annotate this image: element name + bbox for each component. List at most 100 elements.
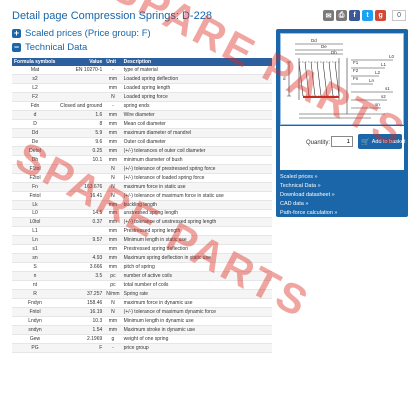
formula-symbol-cell: Fdn <box>12 101 58 112</box>
value-cell <box>58 226 105 237</box>
unit-cell: mm <box>104 235 122 246</box>
formula-symbol-cell: F2 <box>12 92 58 103</box>
formula-symbol-cell: Mat <box>12 66 58 76</box>
value-cell: 163.676 <box>58 182 105 192</box>
table-row: D 8 mm Mean coil diameter <box>12 119 272 130</box>
unit-cell: mm <box>104 119 122 130</box>
table-row: PG F - price group <box>12 343 272 353</box>
table-row: sn 4.93 mm Maximum spring deflection in sta… <box>12 253 272 264</box>
table-row: Fntol 16.41 N (+/-) tolerance of maximum fo… <box>12 191 272 201</box>
drawing-label: Dd <box>311 38 317 43</box>
table-row: Lndyn 10.3 mm Minimum length in dynamic use <box>12 316 272 326</box>
table-row: s2 mm Loaded spring deflection <box>12 74 272 85</box>
table-row: Gew 2.1969 g weight of one spring <box>12 334 272 344</box>
description-cell: unstressed spring length <box>121 209 272 219</box>
drawing-label: F2 <box>353 68 359 73</box>
value-cell <box>58 173 105 183</box>
technical-data-link[interactable]: Technical Data » <box>280 182 337 191</box>
formula-symbol-cell: d <box>12 110 58 121</box>
value-cell <box>58 200 105 210</box>
value-cell: 10.1 <box>58 155 105 165</box>
value-cell: 158.46 <box>58 298 105 308</box>
scaled-prices-toggle[interactable]: + Scaled prices (Price group: F) <box>12 28 151 39</box>
value-cell: 16.19 <box>58 307 105 317</box>
spring-technical-drawing[interactable]: Dd De d L0 L1 L2 Ln F1 F2 Fn s1 s2 sn Dh <box>280 33 404 125</box>
basket-icon: 🛒 <box>361 138 370 146</box>
unit-cell: mm <box>104 253 122 264</box>
table-row: F2 N Loaded spring force <box>12 92 272 103</box>
drawing-label: Dh <box>331 50 337 55</box>
description-cell: type of material <box>121 66 272 76</box>
value-cell: 3.5 <box>58 271 105 281</box>
value-cell: 2.1969 <box>58 334 105 344</box>
order-area: Quantity: 🛒 Add to basket <box>280 126 405 170</box>
formula-symbol-cell: Gew <box>12 334 58 344</box>
description-cell: Maximum stroke in dynamic use <box>121 325 272 335</box>
value-cell <box>58 83 105 94</box>
description-cell: Minimum length in static use <box>121 235 272 246</box>
formula-symbol-cell: R <box>12 289 58 299</box>
expand-plus-icon: + <box>12 28 21 38</box>
cad-data-link[interactable]: CAD data » <box>280 200 337 209</box>
description-cell: spring ends <box>121 101 272 112</box>
add-to-basket-button[interactable]: 🛒 Add to basket <box>358 134 405 149</box>
unit-cell: N <box>104 298 122 308</box>
formula-symbol-cell: sn <box>12 253 58 264</box>
value-cell: F <box>58 343 105 353</box>
description-cell: (+/-) tolerances of outer coil diameter <box>121 146 272 156</box>
scaled-prices-link[interactable]: Scaled prices » <box>280 173 337 182</box>
formula-symbol-cell: S <box>12 262 58 273</box>
unit-cell: mm <box>104 155 122 165</box>
description-cell: Loaded spring deflection <box>121 74 272 85</box>
quantity-input[interactable] <box>331 136 353 147</box>
quantity-label: Quantity: <box>306 140 331 146</box>
unit-cell: mm <box>104 226 122 237</box>
description-cell: number of active coils <box>121 271 272 281</box>
unit-cell: mm <box>104 128 122 138</box>
unit-cell: mm <box>104 200 122 210</box>
google-plus-icon[interactable]: g <box>375 10 387 21</box>
unit-cell: N <box>104 164 122 174</box>
technical-data-toggle[interactable]: − Technical Data <box>12 42 87 53</box>
mail-icon[interactable]: ✉ <box>323 10 335 21</box>
table-row: Fn 163.676 Nmaximum force in static use <box>12 182 272 192</box>
formula-symbol-cell: Lndyn <box>12 316 58 326</box>
description-cell: Minimum length in dynamic use <box>121 316 272 326</box>
value-cell <box>58 92 105 103</box>
table-row: Ln 9.57 mm Minimum length in static use <box>12 235 272 246</box>
formula-symbol-cell: L2 <box>12 83 58 94</box>
value-cell: 14.5 <box>58 209 105 219</box>
twitter-icon[interactable]: t <box>362 10 374 21</box>
description-cell: (+/-) tolerance of prestressed spring fo… <box>121 164 272 174</box>
description-cell: Loaded spring length <box>121 83 272 94</box>
description-cell: (+/-) tolerance of maximum dynamic force <box>121 307 272 317</box>
unit-cell: mm <box>104 83 122 94</box>
value-cell: 0.25 <box>58 146 105 156</box>
description-cell: Prestressed spring deflection <box>121 244 272 255</box>
description-cell: price group <box>121 343 272 353</box>
unit-cell: N <box>104 182 122 192</box>
table-row: L0 14.5 mm unstressed spring length <box>12 209 272 219</box>
table-row: sndyn 1.54 mm Maximum stroke in dynamic use <box>12 325 272 335</box>
facebook-icon[interactable]: f <box>349 10 361 21</box>
description-cell: maximum force in static use <box>121 182 272 192</box>
table-row: S 3.666 mm pitch of spring <box>12 262 272 273</box>
formula-symbol-cell: Lk <box>12 200 58 210</box>
print-icon[interactable]: ⎙ <box>336 10 348 21</box>
formula-symbol-cell: s2 <box>12 74 58 85</box>
table-row: Fndyn 158.46 Nmaximum force in dynamic use <box>12 298 272 308</box>
formula-symbol-cell: Fn <box>12 182 58 192</box>
spring-diagram: Dd De d L0 L1 L2 Ln F1 F2 Fn s1 s2 sn Dh <box>283 38 395 119</box>
formula-symbol-cell: Dh <box>12 155 58 165</box>
formula-symbol-cell: n <box>12 271 58 281</box>
table-row: L1 mm Prestressed spring length <box>12 226 272 237</box>
unit-cell: mm <box>104 262 122 273</box>
path-force-calculation-link[interactable]: Path-force calculation » <box>280 209 337 218</box>
table-row: nt pc total number of coils <box>12 280 272 290</box>
formula-symbol-cell: F1tol <box>12 164 58 174</box>
download-datasheet-link[interactable]: Download datasheet » <box>280 191 337 200</box>
drawing-label: L0 <box>389 54 395 59</box>
drawing-label: F1 <box>353 60 359 65</box>
value-cell: EN 10270-1 <box>58 66 105 76</box>
table-row: Detol 0.25 mm (+/-) tolerances of outer coi… <box>12 146 272 156</box>
